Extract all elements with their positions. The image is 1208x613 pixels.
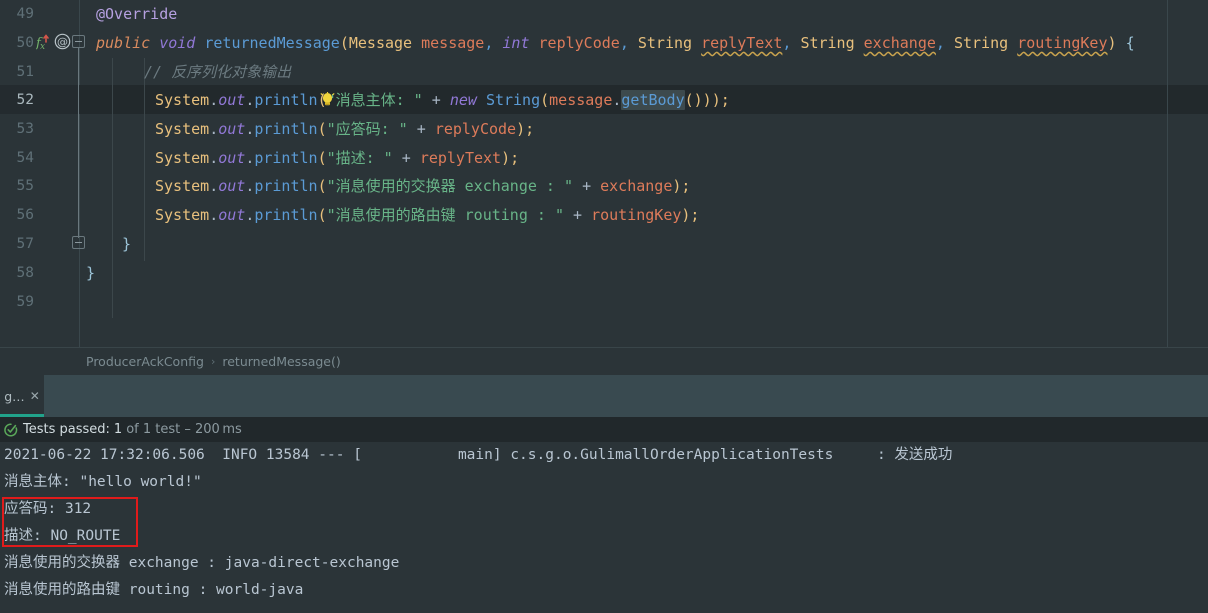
console-line: 消息主体: "hello world!" [4, 474, 202, 490]
svg-text:@: @ [57, 36, 68, 49]
system-class: System [155, 149, 210, 167]
code-line-53: System.out.println("应答码: " + replyCode); [155, 120, 535, 138]
line-number: 49 [16, 6, 34, 22]
arg-exchange: exchange [600, 177, 673, 195]
type-string: String [953, 34, 1009, 52]
println-method: println [254, 149, 318, 167]
system-class: System [155, 177, 210, 195]
string-literal-replytext: "描述: " [326, 149, 393, 167]
string-literal-routingkey: "消息使用的路由键 routing : " [326, 206, 564, 224]
console-output[interactable]: 2021-06-22 17:32:06.506 INFO 13584 --- [… [0, 442, 1208, 613]
out-field: out [218, 149, 246, 167]
println-method: println [254, 177, 318, 195]
line-number: 57 [16, 236, 34, 252]
println-method: println [254, 120, 318, 138]
string-literal-replycode: "应答码: " [326, 120, 408, 138]
param-exchange: exchange [863, 34, 936, 52]
string-literal-exchange: "消息使用的交换器 exchange : " [326, 177, 574, 195]
console-line: 消息使用的路由键 routing : world-java [4, 582, 304, 598]
keyword-public: public [96, 34, 151, 52]
code-line-50: public void returnedMessage(Message mess… [96, 34, 1135, 52]
code-fold-line [78, 48, 79, 238]
gutter-separator [79, 0, 80, 347]
code-line-56: System.out.println("消息使用的路由键 routing : "… [155, 206, 700, 224]
line-number: 55 [16, 178, 34, 194]
breadcrumb-method[interactable]: returnedMessage() [222, 354, 340, 369]
ide-window: 49 50 51 52 53 54 55 56 57 58 59 f x @ @… [0, 0, 1208, 613]
indent-guide [144, 58, 145, 261]
arg-replytext: replyText [419, 149, 502, 167]
right-margin-guide [1167, 0, 1168, 347]
code-line-58: } [86, 264, 96, 282]
code-line-49: @Override [96, 0, 177, 29]
run-tab-bar: g… ✕ [0, 375, 1208, 417]
breadcrumb-class[interactable]: ProducerAckConfig [86, 354, 204, 369]
type-message: Message [348, 34, 413, 52]
param-replytext: replyText [701, 34, 783, 52]
override-method-icon[interactable]: f x [35, 34, 52, 52]
line-number: 56 [16, 207, 34, 223]
system-class: System [155, 120, 210, 138]
line-number: 59 [16, 294, 34, 310]
system-class: System [155, 206, 210, 224]
line-number: 50 [16, 35, 34, 51]
param-replycode: replyCode [538, 34, 620, 52]
lightbulb-intention-icon[interactable] [320, 91, 335, 107]
console-line: 应答码: 312 [4, 501, 92, 517]
code-line-51: // 反序列化对象输出 [144, 58, 291, 87]
chevron-right-icon: › [210, 355, 216, 368]
out-field: out [218, 120, 246, 138]
code-editor[interactable]: 49 50 51 52 53 54 55 56 57 58 59 f x @ @… [0, 0, 1208, 347]
system-class: System [155, 91, 210, 109]
code-line-55: System.out.println("消息使用的交换器 exchange : … [155, 177, 691, 195]
code-line-57: } [122, 235, 132, 253]
code-fold-open-icon[interactable] [72, 35, 85, 48]
out-field: out [218, 177, 246, 195]
test-status-bar: Tests passed: 1 of 1 test – 200 ms [0, 417, 1208, 442]
code-line-52: System.out.println("消息主体: " + new String… [155, 90, 730, 110]
code-fold-close-icon[interactable] [72, 236, 85, 249]
string-literal-body: "消息主体: " [326, 91, 423, 109]
console-line: 2021-06-22 17:32:06.506 INFO 13584 --- [… [4, 447, 953, 463]
println-method: println [254, 91, 318, 109]
line-number: 53 [16, 121, 34, 137]
param-routingkey: routingKey [1017, 34, 1108, 52]
close-icon[interactable]: ✕ [30, 389, 40, 403]
indent-guide [112, 58, 113, 318]
println-method: println [254, 206, 318, 224]
line-number-current: 52 [16, 92, 34, 108]
out-field: out [218, 206, 246, 224]
tests-passed-label: Tests passed: [23, 422, 110, 437]
method-getbody-highlighted: getBody [621, 90, 685, 110]
line-number: 54 [16, 150, 34, 166]
console-line: 描述: NO_ROUTE [4, 528, 121, 544]
run-tab-label: g… [4, 388, 25, 404]
param-message: message [421, 34, 485, 52]
out-field: out [218, 91, 246, 109]
var-message: message [549, 91, 613, 109]
annotation-gutter-icon[interactable]: @ [54, 33, 71, 53]
line-number: 51 [16, 64, 34, 80]
type-string: String [637, 34, 693, 52]
keyword-new: new [449, 91, 477, 109]
console-line: 消息使用的交换器 exchange : java-direct-exchange [4, 555, 400, 571]
tests-passed-icon [4, 422, 18, 437]
method-name-returnedmessage: returnedMessage [204, 34, 340, 52]
type-string: String [800, 34, 855, 52]
code-line-54: System.out.println("描述: " + replyText); [155, 149, 520, 167]
tests-passed-count: 1 [113, 422, 123, 437]
tests-passed-detail: of 1 test – 200 ms [126, 422, 242, 437]
breadcrumb: ProducerAckConfig › returnedMessage() [0, 347, 1208, 375]
arg-routingkey: routingKey [591, 206, 682, 224]
run-tab-active[interactable]: g… ✕ [0, 375, 44, 417]
class-string: String [485, 91, 541, 109]
arg-replycode: replyCode [434, 120, 517, 138]
svg-text:x: x [40, 42, 45, 50]
run-tool-window: g… ✕ Tests passed: 1 of 1 test – 200 ms … [0, 375, 1208, 613]
line-number: 58 [16, 265, 34, 281]
type-int: int [502, 34, 530, 52]
annotation-override: @Override [96, 5, 178, 23]
comment-deserialize: // 反序列化对象输出 [144, 63, 292, 81]
keyword-void: void [159, 34, 196, 52]
